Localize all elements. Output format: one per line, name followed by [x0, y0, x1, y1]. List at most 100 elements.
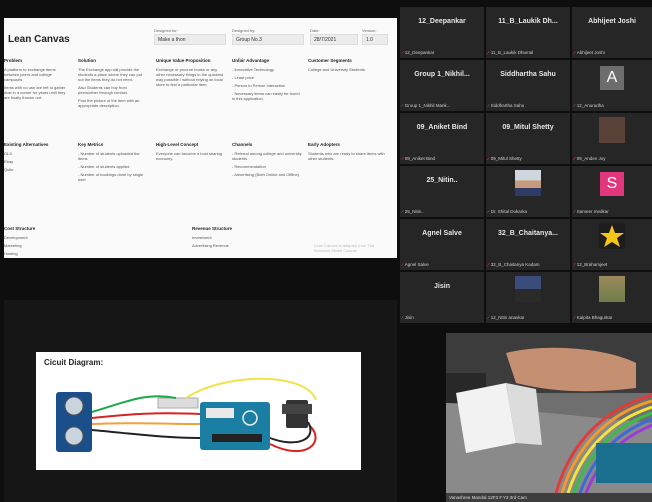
- designed-for-field[interactable]: Make a thon: [154, 34, 226, 45]
- revenue-line: Investment: [192, 235, 212, 240]
- participant-label: ⁄ Dr. Shital Dokarka: [488, 209, 527, 214]
- designed-by-field[interactable]: Group No.3: [232, 34, 304, 45]
- participant-display-name: 32_B_Chaitanya...: [498, 230, 558, 237]
- circuit-diagram-image: [56, 377, 317, 453]
- mic-muted-icon: ⁄: [488, 209, 489, 214]
- date-label: Date:: [310, 28, 320, 33]
- mic-muted-icon: ⁄: [402, 103, 403, 108]
- mic-muted-icon: ⁄: [574, 103, 575, 108]
- participant-label-text: 25_Nitin..: [404, 209, 424, 214]
- sensor-box: [456, 383, 516, 453]
- solution-line: The Exchange app will provide the studen…: [78, 67, 143, 82]
- mic-muted-icon: ⁄: [574, 315, 575, 320]
- problem-heading: Problem: [4, 58, 23, 63]
- existing-line: Quikr: [4, 167, 14, 172]
- unfair-advantage-block: Unfair Advantage - Innovative Technology…: [232, 58, 302, 104]
- participant-tile[interactable]: ⁄ Kalpita Bhagurkar: [572, 272, 652, 323]
- participant-tile[interactable]: ⁄ 12_Brahamjeet: [572, 219, 652, 270]
- revenue-structure-heading: Revenue Structure: [192, 226, 233, 231]
- date-field[interactable]: 28/7/2021: [310, 34, 358, 45]
- avatar-photo: [515, 276, 541, 302]
- participant-tile[interactable]: A ⁄ 12_Anuradha: [572, 60, 652, 111]
- page-title: Lean Canvas: [8, 34, 70, 45]
- participant-label-text: 12_Brahamjeet: [576, 262, 608, 267]
- participant-label-text: Agnel Salve: [404, 262, 429, 267]
- participant-label-text: Group 1_Nikhil Mank...: [404, 103, 451, 108]
- cost-structure-heading: Cost Structure: [4, 226, 36, 231]
- hlc-line: Everyone can become a host sharing econo…: [156, 151, 223, 161]
- version-field[interactable]: 1.0: [362, 34, 388, 45]
- participant-tile[interactable]: 09_Aniket Bind ⁄ 09_Aniket Bind: [400, 113, 484, 164]
- participant-label-text: 12_Anuradha: [576, 103, 604, 108]
- participant-tile[interactable]: Group 1_Nikhil... ⁄ Group 1_Nikhil Mank...: [400, 60, 484, 111]
- mic-muted-icon: ⁄: [488, 156, 489, 161]
- segments-line: College and University Students.: [308, 67, 367, 72]
- participant-label: ⁄ 25_Nitin..: [402, 209, 424, 214]
- cost-structure-block: Cost Structure Development Marketing Hos…: [4, 226, 154, 258]
- revenue-structure-block: Revenue Structure Investment Advertising…: [192, 226, 302, 251]
- participant-tile[interactable]: 11_B_Laukik Dh... ⁄ 11_B_Laukik Dhumal: [486, 7, 570, 58]
- channels-heading: Channels: [232, 142, 253, 147]
- key-metrics-heading: Key Metrics: [78, 142, 104, 147]
- mic-muted-icon: ⁄: [402, 315, 403, 320]
- mic-muted-icon: ⁄: [488, 315, 489, 320]
- mic-muted-icon: ⁄: [488, 262, 489, 267]
- avatar-photo: [515, 170, 541, 196]
- uvp-line: Exchange or procure books or any other n…: [156, 67, 223, 87]
- participant-display-name: Jisin: [434, 283, 450, 290]
- participant-tile[interactable]: ⁄ 09_Anden Joy: [572, 113, 652, 164]
- participant-label-text: Dr. Shital Dokarka: [490, 209, 528, 214]
- participant-label: ⁄ Sameer medkar: [574, 209, 609, 214]
- existing-line: Ebay: [4, 159, 14, 164]
- cost-line: Marketing: [4, 243, 22, 248]
- avatar-photo: [599, 276, 625, 302]
- participant-tile[interactable]: 32_B_Chaitanya... ⁄ 32_B_Chaitanya Kadam: [486, 219, 570, 270]
- mic-muted-icon: ⁄: [488, 103, 489, 108]
- participant-tile[interactable]: ⁄ 12_Nitin anavkar: [486, 272, 570, 323]
- mic-muted-icon: ⁄: [488, 50, 489, 55]
- participant-tile[interactable]: S ⁄ Sameer medkar: [572, 166, 652, 217]
- participant-tile[interactable]: Siddhartha Sahu ⁄ Siddhartha Sahu: [486, 60, 570, 111]
- participant-tile[interactable]: Abhijeet Joshi ⁄ Abhijeet Joshi: [572, 7, 652, 58]
- mic-muted-icon: ⁄: [402, 156, 403, 161]
- participant-label: ⁄ 12_Brahamjeet: [574, 262, 607, 267]
- participant-display-name: Siddhartha Sahu: [500, 71, 556, 78]
- participant-display-name: Group 1_Nikhil...: [414, 71, 470, 78]
- revenue-line: Advertising Revenue: [192, 243, 229, 248]
- existing-alternatives-block: Existing Alternatives OLX Ebay Quikr: [4, 142, 68, 175]
- mic-muted-icon: ⁄: [402, 50, 403, 55]
- participant-tile[interactable]: Jisin ⁄ Jisin: [400, 272, 484, 323]
- video-camera-feed[interactable]: Vanashree Mandal 12F3 # Y3 3rd Cam: [446, 333, 652, 502]
- participant-tile[interactable]: Agnel Salve ⁄ Agnel Salve: [400, 219, 484, 270]
- solution-line: Also Students can buy from peers/other t…: [78, 85, 129, 95]
- customer-segments-block: Customer Segments College and University…: [308, 58, 386, 75]
- channels-line: - Advertising (Both Online and Offline): [232, 172, 300, 177]
- participant-label: ⁄ 09_Anden Joy: [574, 156, 606, 161]
- mic-muted-icon: ⁄: [574, 156, 575, 161]
- participant-label-text: Siddhartha Sahu: [490, 103, 525, 108]
- solution-line: Post the picture of the item with an app…: [78, 98, 140, 108]
- participant-label-text: Kalpita Bhagurkar: [576, 315, 613, 320]
- participant-display-name: 12_Deepankar: [418, 18, 466, 25]
- participant-display-name: 11_B_Laukik Dh...: [498, 18, 558, 25]
- star-icon: [599, 223, 625, 249]
- avatar: A: [600, 66, 624, 90]
- problem-block: Problem A platform to exchange items bet…: [4, 58, 68, 103]
- adopters-line: Students who are ready to share items wi…: [308, 151, 385, 161]
- participant-label: ⁄ Jisin: [402, 315, 414, 320]
- solution-heading: Solution: [78, 58, 96, 63]
- participant-tile[interactable]: 25_Nitin.. ⁄ 25_Nitin..: [400, 166, 484, 217]
- participant-label: ⁄ 32_B_Chaitanya Kadam: [488, 262, 540, 267]
- participant-tile[interactable]: 09_Mitul Shetty ⁄ 09_Mitul Shetty: [486, 113, 570, 164]
- participant-tile[interactable]: 12_Deepankar ⁄ 12_Deepankar: [400, 7, 484, 58]
- canvas-watermark: Lean Canvas is adapted from The Business…: [314, 243, 375, 253]
- participant-display-name: Agnel Salve: [422, 230, 462, 237]
- mic-muted-icon: ⁄: [402, 262, 403, 267]
- unfair-line: - Person to Person Interaction: [232, 83, 286, 88]
- uvp-block: Unique Value Proposition Exchange or pro…: [156, 58, 224, 90]
- designed-by-label: Designed by:: [232, 28, 256, 33]
- key-metrics-block: Key Metrics - Number of students uploade…: [78, 142, 146, 185]
- participant-label: ⁄ 11_B_Laukik Dhumal: [488, 50, 533, 55]
- existing-line: OLX: [4, 151, 13, 156]
- participant-tile[interactable]: ⁄ Dr. Shital Dokarka: [486, 166, 570, 217]
